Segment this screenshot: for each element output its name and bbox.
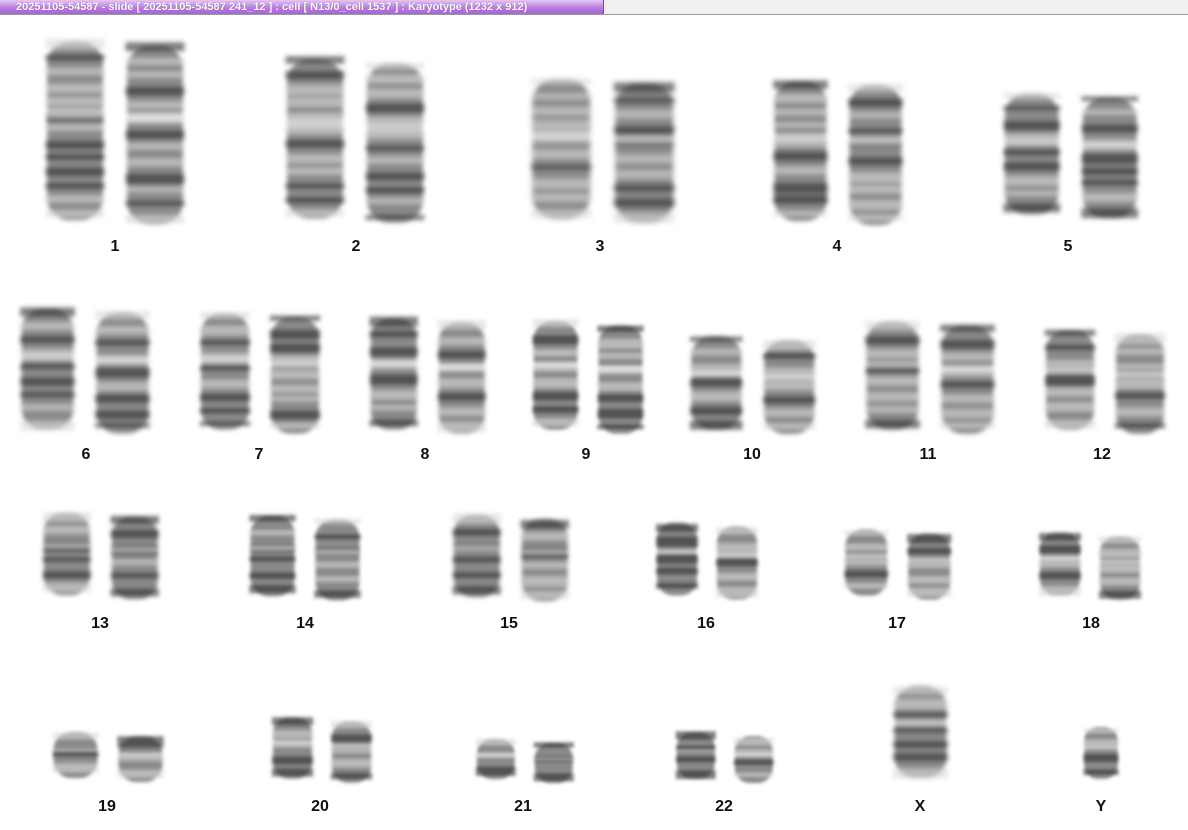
chromosome-12-2[interactable] (1110, 332, 1170, 436)
chromosome-pair-4[interactable] (768, 78, 908, 228)
chromosome-9-1[interactable] (528, 319, 583, 432)
chromosome-pair-11[interactable] (860, 319, 1000, 436)
chromosome-18-2[interactable] (1095, 535, 1145, 601)
chromosome-9-2[interactable] (593, 323, 648, 436)
chromosome-5-1[interactable] (998, 91, 1066, 217)
chromosome-pair-16[interactable] (652, 521, 762, 601)
chromosome-17-1[interactable] (840, 528, 893, 597)
chromosome-2-2[interactable] (360, 60, 430, 226)
chromosome-label-10: 10 (743, 446, 761, 463)
chromosome-22-1[interactable] (672, 731, 720, 780)
chromosome-17-2[interactable] (902, 532, 955, 601)
chromosome-label-18: 18 (1082, 615, 1100, 632)
chromosome-16-1[interactable] (652, 521, 702, 597)
chromosome-y-1[interactable] (1080, 726, 1122, 780)
chromosome-21-2[interactable] (529, 742, 577, 784)
chromosome-pair-19[interactable] (48, 731, 168, 783)
chromosome-x-1[interactable] (888, 684, 953, 780)
chromosome-label-4: 4 (832, 238, 842, 255)
chromosome-pair-7[interactable] (195, 311, 325, 436)
chromosome-19-1[interactable] (48, 731, 103, 779)
chromosome-label-20: 20 (311, 798, 329, 815)
chromosome-label-x: X (914, 798, 926, 815)
chromosome-pair-x[interactable] (888, 684, 953, 784)
chromosome-label-9: 9 (581, 446, 591, 463)
chromosome-10-2[interactable] (757, 338, 820, 436)
chromosome-label-16: 16 (697, 615, 715, 632)
chromosome-21-1[interactable] (472, 738, 520, 780)
chromosome-pair-12[interactable] (1040, 328, 1170, 436)
chromosome-14-1[interactable] (245, 514, 300, 598)
chromosome-12-1[interactable] (1040, 328, 1100, 432)
chromosome-8-1[interactable] (365, 316, 423, 432)
chromosome-2-1[interactable] (280, 56, 350, 222)
chromosome-label-2: 2 (351, 238, 361, 255)
chromosome-label-17: 17 (888, 615, 906, 632)
chromosome-pair-21[interactable] (472, 738, 577, 784)
chromosome-11-1[interactable] (860, 319, 925, 432)
chromosome-pair-5[interactable] (998, 91, 1143, 221)
chromosome-4-2[interactable] (843, 82, 908, 228)
chromosome-14-2[interactable] (310, 518, 365, 602)
chromosome-16-2[interactable] (712, 525, 762, 601)
chromosome-8-2[interactable] (432, 320, 490, 436)
chromosome-label-12: 12 (1093, 446, 1111, 463)
chromosome-13-1[interactable] (38, 511, 96, 597)
chromosome-pair-15[interactable] (448, 513, 573, 603)
chromosome-11-2[interactable] (935, 323, 1000, 436)
chromosome-pair-10[interactable] (685, 334, 820, 436)
chromosome-pair-18[interactable] (1035, 531, 1145, 601)
chromosome-label-22: 22 (715, 798, 733, 815)
chromosome-label-7: 7 (254, 446, 264, 463)
chromosome-20-2[interactable] (327, 720, 376, 784)
chromosome-label-1: 1 (110, 238, 120, 255)
chromosome-22-2[interactable] (729, 735, 777, 784)
chromosome-1-1[interactable] (40, 38, 110, 224)
chromosome-19-2[interactable] (113, 735, 168, 783)
karyotype-panel: 1 2 3 4 5 6 7 8 9 10 11 12 13 14 15 16 1… (0, 16, 1188, 830)
chromosome-pair-9[interactable] (528, 319, 648, 436)
chromosome-pair-3[interactable] (525, 76, 680, 226)
chromosome-15-1[interactable] (448, 513, 506, 599)
chromosome-6-1[interactable] (15, 306, 80, 432)
chromosome-pair-13[interactable] (38, 511, 163, 601)
chromosome-6-2[interactable] (90, 310, 155, 436)
chromosome-18-1[interactable] (1035, 531, 1085, 597)
chromosome-pair-20[interactable] (268, 716, 376, 784)
chromosome-3-2[interactable] (607, 80, 680, 226)
chromosome-label-6: 6 (81, 446, 91, 463)
chromosome-5-2[interactable] (1075, 95, 1143, 221)
chromosome-pair-14[interactable] (245, 514, 365, 602)
chromosome-7-2[interactable] (265, 315, 325, 436)
chromosome-label-8: 8 (420, 446, 430, 463)
window-title-bar: 20251105-54587 - slide [ 20251105-54587 … (0, 0, 1188, 15)
chromosome-label-11: 11 (919, 446, 937, 463)
chromosome-label-3: 3 (595, 238, 605, 255)
chromosome-13-2[interactable] (105, 515, 163, 601)
chromosome-pair-17[interactable] (840, 528, 955, 601)
chromosome-label-14: 14 (296, 615, 314, 632)
chromosome-1-2[interactable] (120, 42, 190, 228)
chromosome-pair-6[interactable] (15, 306, 155, 436)
window-title-tab[interactable]: 20251105-54587 - slide [ 20251105-54587 … (0, 0, 604, 14)
chromosome-pair-y[interactable] (1080, 726, 1122, 784)
chromosome-label-19: 19 (98, 798, 116, 815)
chromosome-label-5: 5 (1063, 238, 1073, 255)
chromosome-pair-22[interactable] (672, 731, 777, 784)
chromosome-pair-8[interactable] (365, 316, 490, 436)
chromosome-pair-1[interactable] (40, 38, 190, 228)
chromosome-10-1[interactable] (685, 334, 748, 432)
chromosome-20-1[interactable] (268, 716, 317, 780)
chromosome-label-13: 13 (91, 615, 109, 632)
chromosome-pair-2[interactable] (280, 56, 430, 226)
chromosome-15-2[interactable] (515, 517, 573, 603)
chromosome-7-1[interactable] (195, 311, 255, 432)
chromosome-label-15: 15 (500, 615, 518, 632)
chromosome-4-1[interactable] (768, 78, 833, 224)
chromosome-3-1[interactable] (525, 76, 598, 222)
chromosome-label-y: Y (1095, 798, 1107, 815)
chromosome-label-21: 21 (514, 798, 532, 815)
